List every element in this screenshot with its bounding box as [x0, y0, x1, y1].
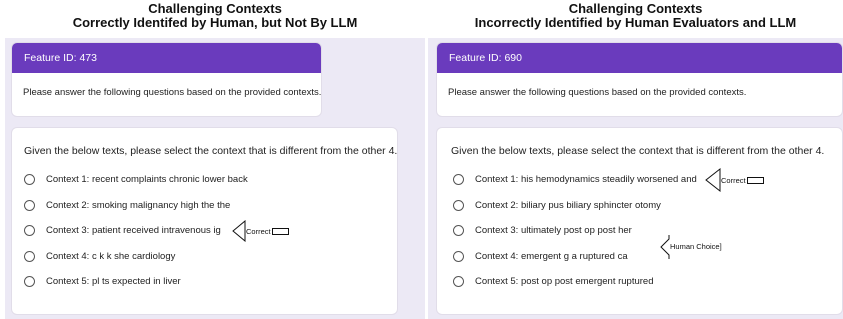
left-correct-annotation: Correct [232, 220, 289, 242]
right-panel-heading: Challenging Contexts Incorrectly Identif… [428, 0, 843, 38]
radio-button[interactable] [24, 225, 35, 237]
left-panel: Challenging Contexts Correctly Identifed… [5, 0, 425, 319]
radio-button[interactable] [453, 276, 464, 288]
option-label: Context 5: post op post emergent rupture… [475, 276, 654, 288]
right-correct-annotation: Correct [705, 168, 764, 192]
radio-button[interactable] [24, 276, 35, 288]
radio-button[interactable] [24, 174, 35, 186]
radio-button[interactable] [453, 199, 464, 211]
option-label: Context 4: c k k she cardiology [46, 250, 176, 262]
right-human-choice-annotation: Human Choice] [660, 234, 722, 260]
left-question-card: Given the below texts, please select the… [11, 127, 399, 315]
right-option-3[interactable]: Context 3: ultimately post op post her [453, 218, 842, 244]
radio-button[interactable] [453, 174, 464, 186]
left-option-3[interactable]: Context 3: patient received intravenous … [24, 218, 397, 244]
right-option-2[interactable]: Context 2: biliary pus biliary sphincter… [453, 193, 842, 219]
annotation-box [746, 176, 764, 184]
left-instructions: Please answer the following questions ba… [23, 87, 322, 98]
annotation-label: Correct [246, 226, 271, 236]
right-feature-id: Feature ID: 690 [437, 43, 842, 73]
right-options-list: Context 1: his hemodynamics steadily wor… [437, 157, 842, 295]
arrow-left-icon [232, 220, 246, 242]
right-form-header-card: Feature ID: 690 Please answer the follow… [436, 42, 843, 117]
left-panel-heading: Challenging Contexts Correctly Identifed… [5, 0, 425, 38]
left-option-1[interactable]: Context 1: recent complaints chronic low… [24, 167, 397, 193]
annotation-label: Correct [721, 175, 746, 185]
radio-button[interactable] [24, 250, 35, 262]
left-question-text: Given the below texts, please select the… [24, 145, 398, 157]
right-option-5[interactable]: Context 5: post op post emergent rupture… [453, 269, 842, 295]
left-heading-line1: Challenging Contexts [148, 1, 282, 16]
right-heading-line1: Challenging Contexts [568, 1, 703, 16]
option-label: Context 1: his hemodynamics steadily wor… [475, 174, 697, 186]
left-feature-id: Feature ID: 473 [12, 43, 322, 73]
right-instructions: Please answer the following questions ba… [448, 87, 747, 98]
left-form-header-card: Feature ID: 473 Please answer the follow… [11, 42, 323, 117]
left-options-list: Context 1: recent complaints chronic low… [12, 157, 397, 295]
option-label: Context 2: smoking malignancy high the t… [46, 199, 231, 211]
option-label: Context 3: ultimately post op post her [475, 225, 632, 237]
right-heading-line2: Incorrectly Identified by Human Evaluato… [474, 15, 797, 30]
option-label: Context 3: patient received intravenous … [46, 225, 221, 237]
right-option-1[interactable]: Context 1: his hemodynamics steadily wor… [453, 167, 842, 193]
arrow-left-icon [660, 234, 670, 259]
option-label: Context 2: biliary pus biliary sphincter… [475, 199, 661, 211]
arrow-left-icon [705, 168, 721, 192]
option-label: Context 5: pl ts expected in liver [46, 276, 181, 288]
radio-button[interactable] [24, 199, 35, 211]
right-question-card: Given the below texts, please select the… [436, 127, 843, 315]
right-panel: Challenging Contexts Incorrectly Identif… [428, 0, 843, 319]
radio-button[interactable] [453, 250, 464, 262]
left-option-2[interactable]: Context 2: smoking malignancy high the t… [24, 193, 397, 219]
option-label: Context 4: emergent g a ruptured ca [475, 250, 628, 262]
annotation-label: Human Choice] [670, 242, 722, 251]
annotation-box [271, 227, 289, 235]
left-option-5[interactable]: Context 5: pl ts expected in liver [24, 269, 397, 295]
option-label: Context 1: recent complaints chronic low… [46, 174, 248, 186]
right-option-4[interactable]: Context 4: emergent g a ruptured ca Huma… [453, 234, 842, 270]
left-heading-line2: Correctly Identifed by Human, but Not By… [72, 15, 358, 30]
left-option-4[interactable]: Context 4: c k k she cardiology [24, 244, 397, 270]
right-question-text: Given the below texts, please select the… [451, 145, 825, 157]
radio-button[interactable] [453, 225, 464, 237]
